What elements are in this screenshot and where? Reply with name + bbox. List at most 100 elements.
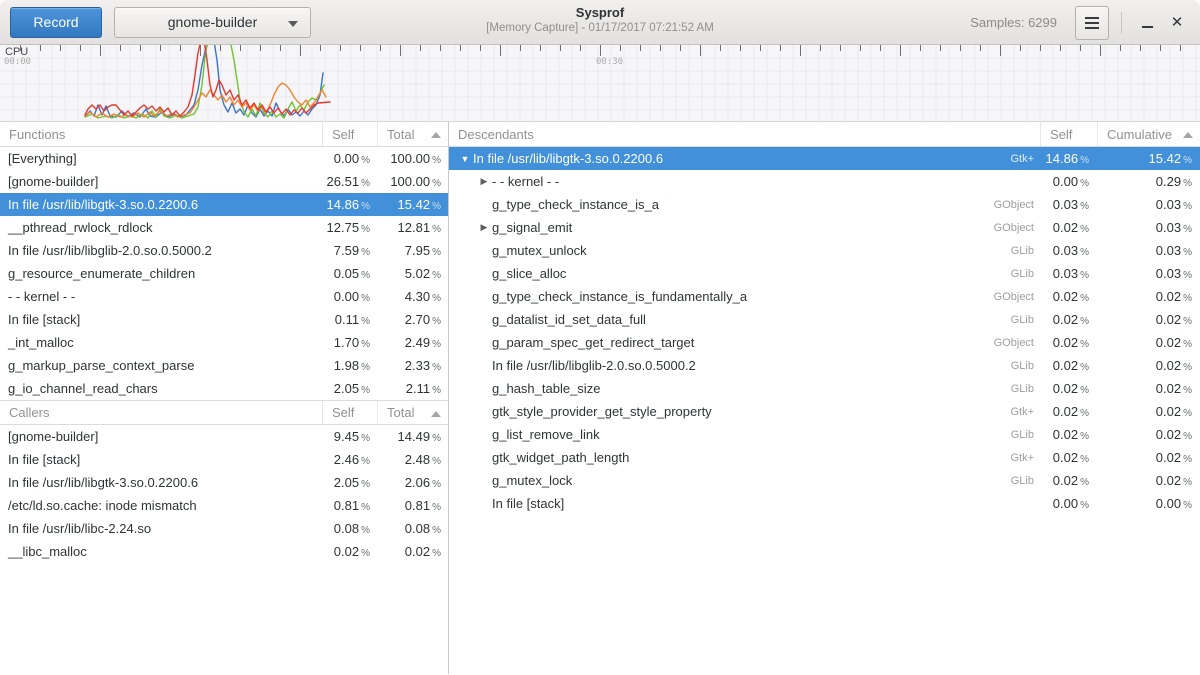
function-name: g_io_channel_read_chars xyxy=(0,381,322,396)
column-header-cumulative[interactable]: Cumulative xyxy=(1097,122,1200,146)
table-row[interactable]: g_resource_enumerate_children0.05%5.02% xyxy=(0,262,448,285)
functions-pane: Functions Self Total [Everything]0.00%10… xyxy=(0,122,448,674)
self-percent: 2.05% xyxy=(322,475,377,490)
table-row[interactable]: [Everything]0.00%100.00% xyxy=(0,147,448,170)
table-row[interactable]: [gnome-builder]9.45%14.49% xyxy=(0,425,448,448)
percent-sign: % xyxy=(361,201,370,212)
tree-row[interactable]: g_slice_allocGLib0.03%0.03% xyxy=(449,262,1200,285)
percent-sign: % xyxy=(1080,293,1089,304)
self-percent: 12.75% xyxy=(322,220,377,235)
hamburger-icon xyxy=(1085,17,1099,19)
table-row[interactable]: In file /usr/lib/libgtk-3.so.0.2200.62.0… xyxy=(0,471,448,494)
table-row[interactable]: In file [stack]2.46%2.48% xyxy=(0,448,448,471)
table-row[interactable]: g_markup_parse_context_parse1.98%2.33% xyxy=(0,354,448,377)
percent-sign: % xyxy=(1080,408,1089,419)
percent-sign: % xyxy=(432,548,441,559)
expander-collapsed-icon[interactable]: ▶ xyxy=(476,222,492,233)
total-percent: 2.49% xyxy=(377,335,448,350)
percent-sign: % xyxy=(361,525,370,536)
percent-sign: % xyxy=(1183,155,1192,166)
table-row[interactable]: In file /usr/lib/libc-2.24.so0.08%0.08% xyxy=(0,517,448,540)
function-name: In file /usr/lib/libgtk-3.so.0.2200.6 xyxy=(0,197,322,212)
self-percent: 2.46% xyxy=(322,452,377,467)
table-row[interactable]: /etc/ld.so.cache: inode mismatch0.81%0.8… xyxy=(0,494,448,517)
target-selector-dropdown[interactable]: gnome-builder xyxy=(114,7,311,38)
table-row[interactable]: _int_malloc1.70%2.49% xyxy=(0,331,448,354)
total-percent: 12.81% xyxy=(377,220,448,235)
menu-button[interactable] xyxy=(1075,6,1109,40)
tree-row[interactable]: ▼In file /usr/lib/libgtk-3.so.0.2200.6Gt… xyxy=(449,147,1200,170)
descendant-name: g_param_spec_get_redirect_targetGObject xyxy=(449,335,1040,350)
percent-sign: % xyxy=(361,362,370,373)
library-category-label: GLib xyxy=(1011,383,1040,395)
percent-sign: % xyxy=(1080,385,1089,396)
close-icon: ✕ xyxy=(1171,15,1184,30)
percent-sign: % xyxy=(1183,454,1192,465)
tree-row[interactable]: g_type_check_instance_is_aGObject0.03%0.… xyxy=(449,193,1200,216)
self-percent: 0.03% xyxy=(1040,197,1097,212)
total-percent: 2.48% xyxy=(377,452,448,467)
table-row[interactable]: In file [stack]0.11%2.70% xyxy=(0,308,448,331)
tree-row[interactable]: g_list_remove_linkGLib0.02%0.02% xyxy=(449,423,1200,446)
function-name: [gnome-builder] xyxy=(0,174,322,189)
percent-sign: % xyxy=(1080,431,1089,442)
percent-sign: % xyxy=(1080,224,1089,235)
column-header-descendants[interactable]: Descendants xyxy=(449,122,1040,146)
library-category-label: Gtk+ xyxy=(1010,406,1040,418)
cpu-graph[interactable]: CPU 00:00 00:30 xyxy=(0,45,1200,122)
column-header-total[interactable]: Total xyxy=(377,401,448,424)
table-row[interactable]: In file /usr/lib/libglib-2.0.so.0.5000.2… xyxy=(0,239,448,262)
percent-sign: % xyxy=(432,224,441,235)
column-header-total[interactable]: Total xyxy=(377,122,448,146)
close-button[interactable]: ✕ xyxy=(1162,8,1192,38)
percent-sign: % xyxy=(361,224,370,235)
column-header-callers[interactable]: Callers xyxy=(0,401,322,424)
self-percent: 1.98% xyxy=(322,358,377,373)
table-row[interactable]: In file /usr/lib/libgtk-3.so.0.2200.614.… xyxy=(0,193,448,216)
table-row[interactable]: - - kernel - -0.00%4.30% xyxy=(0,285,448,308)
table-row[interactable]: __libc_malloc0.02%0.02% xyxy=(0,540,448,563)
tree-row[interactable]: gtk_widget_path_lengthGtk+0.02%0.02% xyxy=(449,446,1200,469)
function-name: In file [stack] xyxy=(0,312,322,327)
table-row[interactable]: [gnome-builder]26.51%100.00% xyxy=(0,170,448,193)
tree-row[interactable]: ▶g_signal_emitGObject0.02%0.03% xyxy=(449,216,1200,239)
self-percent: 0.00% xyxy=(1040,496,1097,511)
descendant-name: ▶g_signal_emitGObject xyxy=(449,220,1040,235)
self-percent: 0.02% xyxy=(1040,473,1097,488)
percent-sign: % xyxy=(361,247,370,258)
tree-row[interactable]: g_param_spec_get_redirect_targetGObject0… xyxy=(449,331,1200,354)
percent-sign: % xyxy=(432,456,441,467)
percent-sign: % xyxy=(432,525,441,536)
column-header-self[interactable]: Self xyxy=(322,122,377,146)
self-percent: 0.02% xyxy=(1040,427,1097,442)
tree-row[interactable]: g_hash_table_sizeGLib0.02%0.02% xyxy=(449,377,1200,400)
column-header-functions[interactable]: Functions xyxy=(0,122,322,146)
self-percent: 0.02% xyxy=(1040,289,1097,304)
record-button[interactable]: Record xyxy=(10,7,102,38)
column-header-self[interactable]: Self xyxy=(1040,122,1097,146)
tree-row[interactable]: g_mutex_lockGLib0.02%0.02% xyxy=(449,469,1200,492)
expander-expanded-icon[interactable]: ▼ xyxy=(457,154,473,164)
tree-row[interactable]: ▶- - kernel - -0.00%0.29% xyxy=(449,170,1200,193)
descendant-name: g_type_check_instance_is_aGObject xyxy=(449,197,1040,212)
column-header-self[interactable]: Self xyxy=(322,401,377,424)
tree-row[interactable]: gtk_style_provider_get_style_propertyGtk… xyxy=(449,400,1200,423)
percent-sign: % xyxy=(1080,454,1089,465)
library-category-label: GLib xyxy=(1011,360,1040,372)
percent-sign: % xyxy=(432,385,441,396)
descendant-name: ▼In file /usr/lib/libgtk-3.so.0.2200.6Gt… xyxy=(449,151,1040,166)
tree-row[interactable]: g_datalist_id_set_data_fullGLib0.02%0.02… xyxy=(449,308,1200,331)
library-category-label: GObject xyxy=(994,337,1040,349)
tree-row[interactable]: In file /usr/lib/libglib-2.0.so.0.5000.2… xyxy=(449,354,1200,377)
percent-sign: % xyxy=(432,293,441,304)
minimize-button[interactable] xyxy=(1132,8,1162,38)
tree-row[interactable]: g_mutex_unlockGLib0.03%0.03% xyxy=(449,239,1200,262)
function-name: In file /usr/lib/libglib-2.0.so.0.5000.2 xyxy=(0,243,322,258)
table-row[interactable]: __pthread_rwlock_rdlock12.75%12.81% xyxy=(0,216,448,239)
tree-row[interactable]: g_type_check_instance_is_fundamentally_a… xyxy=(449,285,1200,308)
expander-collapsed-icon[interactable]: ▶ xyxy=(476,176,492,187)
library-category-label: GLib xyxy=(1011,429,1040,441)
table-row[interactable]: g_io_channel_read_chars2.05%2.11% xyxy=(0,377,448,400)
tree-row[interactable]: In file [stack]0.00%0.00% xyxy=(449,492,1200,515)
library-category-label: GObject xyxy=(994,199,1040,211)
